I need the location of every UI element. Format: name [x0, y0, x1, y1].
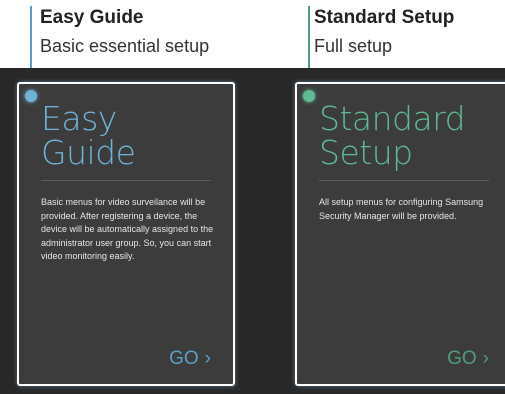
standard-setup-description: All setup menus for configuring Samsung … — [319, 197, 484, 221]
easy-guide-go-button[interactable]: GO › — [169, 348, 211, 370]
standard-setup-go-button[interactable]: GO › — [447, 348, 489, 370]
chevron-right-icon: › — [204, 348, 211, 369]
divider — [319, 180, 489, 181]
divider — [41, 180, 211, 181]
callout-dot-icon — [303, 90, 315, 102]
easy-guide-card[interactable]: Easy Guide Basic menus for video surveil… — [17, 82, 235, 386]
easy-guide-heading-line2: Guide — [41, 133, 136, 172]
chevron-right-icon: › — [482, 348, 489, 369]
easy-callout: Easy Guide Basic essential setup — [40, 7, 209, 57]
easy-guide-heading: Easy Guide — [41, 99, 136, 172]
easy-guide-heading-line1: Easy — [41, 99, 117, 138]
standard-callout-title: Standard Setup — [314, 7, 455, 28]
standard-setup-heading-line1: Standard — [319, 99, 466, 138]
callout-dot-icon — [25, 90, 37, 102]
easy-callout-title: Easy Guide — [40, 7, 144, 28]
standard-callout-subtitle: Full setup — [314, 36, 393, 56]
easy-callout-subtitle: Basic essential setup — [40, 36, 210, 56]
standard-setup-card[interactable]: Standard Setup All setup menus for confi… — [295, 82, 505, 386]
standard-setup-heading-line2: Setup — [319, 133, 413, 172]
go-label: GO — [447, 348, 477, 369]
go-label: GO — [169, 348, 199, 369]
standard-callout: Standard Setup Full setup — [314, 7, 454, 57]
easy-guide-description: Basic menus for video surveilance will b… — [41, 197, 214, 261]
standard-setup-heading: Standard Setup — [319, 99, 466, 172]
